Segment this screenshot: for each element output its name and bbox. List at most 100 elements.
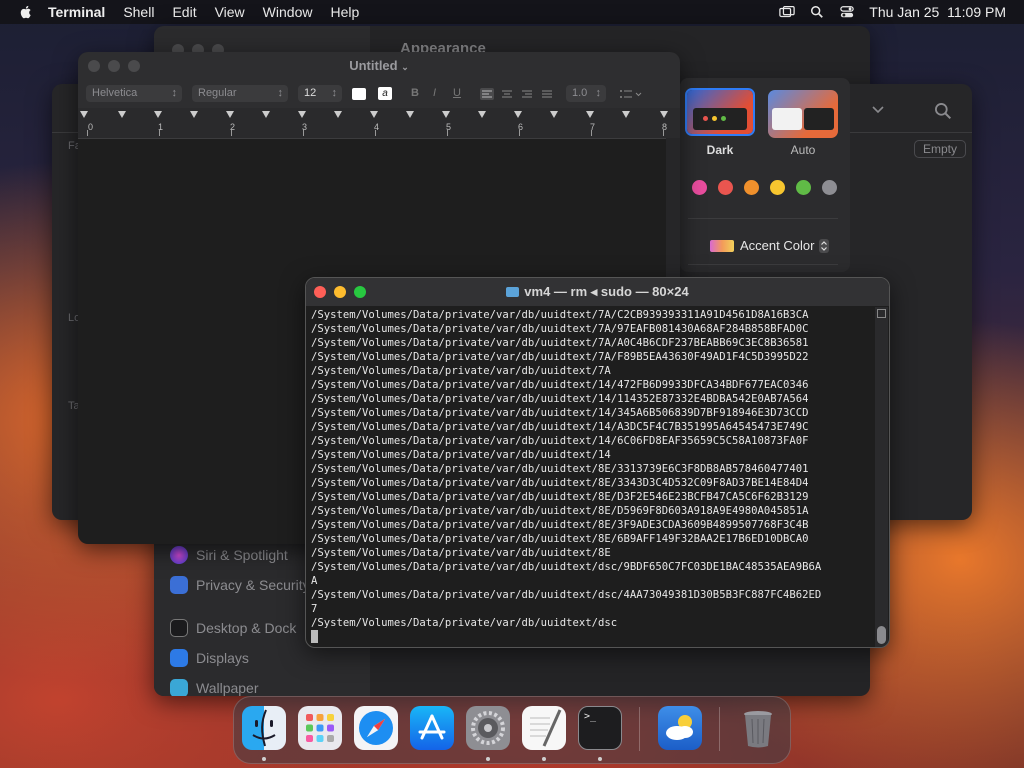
auto-preview-dark	[804, 108, 834, 130]
app-store-glyph	[418, 714, 446, 740]
search-icon[interactable]	[934, 102, 952, 120]
sidebar-item-siri-spotlight[interactable]: Siri & Spotlight	[170, 544, 288, 566]
highlight-color-well[interactable]: a	[378, 87, 392, 100]
tab-stop[interactable]	[622, 111, 630, 118]
menu-window[interactable]: Window	[263, 4, 313, 20]
app-store-icon[interactable]	[410, 706, 454, 750]
left-margin-marker[interactable]	[80, 111, 88, 118]
tab-stop[interactable]	[334, 111, 342, 118]
system-settings-icon[interactable]	[466, 706, 510, 750]
ruler-tick	[591, 130, 592, 136]
terminal-line: /System/Volumes/Data/private/var/db/uuid…	[311, 309, 809, 321]
chevron-down-icon[interactable]	[872, 106, 884, 114]
tab-stop[interactable]	[262, 111, 270, 118]
tab-stop[interactable]	[118, 111, 126, 118]
terminal-output[interactable]: /System/Volumes/Data/private/var/db/uuid…	[311, 308, 871, 645]
menu-edit[interactable]: Edit	[172, 4, 196, 20]
terminal-line: /System/Volumes/Data/private/var/db/uuid…	[311, 407, 809, 419]
accent-color-pink[interactable]	[692, 180, 707, 195]
menu-app-name[interactable]: Terminal	[48, 4, 105, 20]
control-center-icon[interactable]	[839, 5, 855, 19]
safari-compass	[359, 711, 393, 745]
terminal-line: /System/Volumes/Data/private/var/db/uuid…	[311, 337, 809, 349]
accent-color-red[interactable]	[718, 180, 733, 195]
menu-help[interactable]: Help	[330, 4, 359, 20]
terminal-icon[interactable]: >_	[578, 706, 622, 750]
finder-icon[interactable]	[242, 706, 286, 750]
sidebar-item-displays[interactable]: Displays	[170, 647, 249, 669]
tab-stop[interactable]	[406, 111, 414, 118]
line-spacing-value: 1.0	[572, 87, 588, 99]
empty-trash-button[interactable]: Empty	[913, 140, 966, 158]
list-bullets-icon[interactable]	[618, 88, 644, 100]
terminal-line: /System/Volumes/Data/private/var/db/uuid…	[311, 435, 809, 447]
terminal-titlebar[interactable]: vm4 — rm ◂ sudo — 80×24	[306, 278, 889, 306]
tab-stop[interactable]	[370, 111, 378, 118]
tab-stop[interactable]	[550, 111, 558, 118]
menu-clock[interactable]: Thu Jan 25 11:09 PM	[869, 4, 1006, 20]
align-right-icon[interactable]	[520, 88, 534, 100]
font-style-popup[interactable]: Regular ↕	[192, 85, 288, 102]
tab-stop[interactable]	[442, 111, 450, 118]
menu-shell[interactable]: Shell	[123, 4, 154, 20]
accent-color-label: Accent Color	[740, 238, 815, 253]
auto-preview-light	[772, 108, 802, 130]
screen-mirroring-icon[interactable]	[779, 5, 796, 19]
ruler-number: 0	[88, 122, 94, 132]
align-center-icon[interactable]	[500, 88, 514, 100]
trash-icon[interactable]	[736, 706, 780, 750]
menu-view[interactable]: View	[215, 4, 245, 20]
apple-icon[interactable]	[18, 4, 34, 20]
ruler[interactable]: 0 1 2 3 4 5 6 7 8	[78, 108, 680, 139]
document-title[interactable]: Untitled ⌄	[78, 58, 680, 73]
tab-stop[interactable]	[154, 111, 162, 118]
right-margin-marker[interactable]	[660, 111, 668, 118]
line-spacing-popup[interactable]: 1.0 ↕	[566, 85, 606, 102]
sidebar-item-privacy-security[interactable]: Privacy & Security	[170, 574, 310, 596]
launchpad-grid	[306, 714, 334, 742]
ruler-tick	[447, 130, 448, 136]
font-family-popup[interactable]: Helvetica ↕	[86, 85, 182, 102]
gear-icon	[471, 711, 505, 745]
appearance-dark-option[interactable]	[685, 88, 755, 136]
spotlight-search-icon[interactable]	[809, 5, 825, 19]
textedit-icon[interactable]	[522, 706, 566, 750]
sidebar-item-wallpaper[interactable]: Wallpaper	[170, 677, 259, 696]
text-color-well[interactable]	[352, 88, 366, 100]
scrollbar[interactable]	[875, 307, 888, 647]
accent-color-green[interactable]	[796, 180, 811, 195]
launchpad-icon[interactable]	[298, 706, 342, 750]
tab-stop[interactable]	[478, 111, 486, 118]
preview-dot	[703, 116, 708, 121]
tab-stop[interactable]	[226, 111, 234, 118]
running-indicator	[542, 757, 546, 761]
safari-icon[interactable]	[354, 706, 398, 750]
bold-icon[interactable]: B	[411, 87, 419, 99]
tab-stop[interactable]	[298, 111, 306, 118]
align-left-icon[interactable]	[480, 88, 494, 100]
terminal-line: A	[311, 575, 318, 587]
terminal-line: /System/Volumes/Data/private/var/db/uuid…	[311, 589, 822, 601]
font-size-value: 12	[304, 87, 317, 99]
accent-color-graphite[interactable]	[822, 180, 837, 195]
hand-icon	[170, 576, 188, 594]
chevron-updown-icon: ↕	[277, 87, 284, 99]
accent-color-orange[interactable]	[744, 180, 759, 195]
ruler-tick	[303, 130, 304, 136]
appearance-auto-option[interactable]	[768, 90, 838, 138]
tab-stop[interactable]	[586, 111, 594, 118]
accent-color-yellow[interactable]	[770, 180, 785, 195]
weather-icon[interactable]	[658, 706, 702, 750]
accent-color-popup[interactable]: Accent Color	[710, 238, 830, 253]
textedit-titlebar[interactable]: Untitled ⌄	[78, 52, 680, 80]
font-size-field[interactable]: 12 ↕	[298, 85, 342, 102]
sidebar-item-desktop-dock[interactable]: Desktop & Dock	[170, 617, 296, 639]
finder-face	[252, 709, 276, 747]
justify-icon[interactable]	[540, 88, 554, 100]
scroll-up-icon[interactable]	[877, 309, 886, 318]
italic-icon[interactable]: I	[433, 87, 436, 99]
scrollbar-thumb[interactable]	[877, 626, 886, 644]
underline-icon[interactable]: U	[453, 87, 461, 99]
tab-stop[interactable]	[514, 111, 522, 118]
tab-stop[interactable]	[190, 111, 198, 118]
